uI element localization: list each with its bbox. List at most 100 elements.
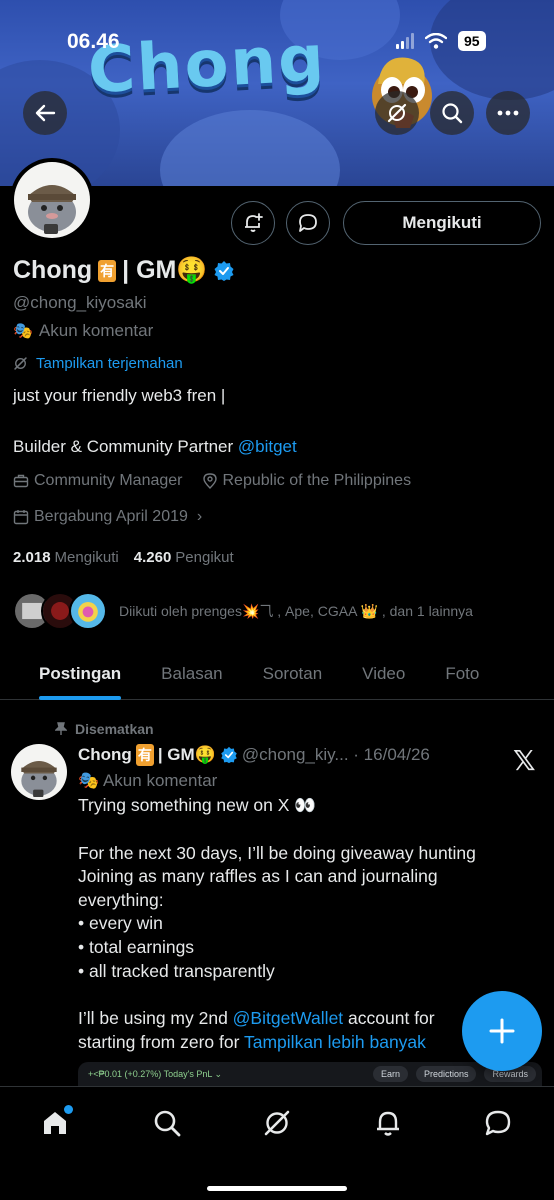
back-button[interactable] (23, 91, 67, 135)
joined-row[interactable]: Bergabung April 2019 › (13, 508, 202, 526)
chat-bubble-icon (299, 214, 317, 232)
search-icon (442, 103, 463, 124)
profile-banner: Chong (0, 0, 554, 186)
post-text-line: For the next 30 days, I’ll be doing give… (78, 843, 476, 863)
bottom-navigation (0, 1086, 554, 1200)
post-author-avatar[interactable] (11, 744, 67, 800)
profile-name: Chong (13, 256, 93, 284)
calendar-icon (13, 510, 29, 525)
tab-posts[interactable]: Postingan (0, 648, 141, 700)
post-text-line: • all tracked transparently (78, 961, 275, 981)
profile-tabs: Postingan Balasan Sorotan Video Foto (0, 648, 554, 700)
job-label: Community Manager (34, 472, 183, 489)
notification-dot (64, 1105, 73, 1114)
post-account-type: Akun komentar (102, 771, 218, 790)
post-text-line: everything: (78, 890, 164, 910)
status-time: 06.46 (67, 30, 120, 53)
more-dots-icon (497, 110, 519, 116)
grok-icon (264, 1110, 290, 1136)
bio-mention-link[interactable]: @bitget (238, 437, 297, 456)
post-author-name[interactable]: Chong (78, 745, 132, 765)
post-header: Chong 有 | GM🤑 @chong_kiy... · 16/04/26 (78, 744, 430, 766)
post-author-name-suffix: | GM🤑 (157, 745, 216, 764)
notify-button[interactable] (231, 201, 275, 245)
profile-name-suffix: | GM🤑 (122, 256, 208, 284)
tab-photos[interactable]: Foto (425, 648, 499, 700)
nav-notifications[interactable] (366, 1101, 410, 1145)
tab-replies[interactable]: Balasan (141, 648, 242, 700)
post-text-line: • total earnings (78, 937, 195, 957)
joined-label: Bergabung April 2019 (34, 508, 188, 525)
followers-count-link[interactable]: 4.260 Pengikut (134, 549, 234, 566)
grok-button[interactable] (375, 91, 419, 135)
account-type-row: 🎭 Akun komentar (13, 321, 153, 341)
grok-icon (387, 103, 407, 123)
arrow-left-icon (35, 104, 56, 122)
message-button[interactable] (286, 201, 330, 245)
bio-text: Builder & Community Partner (13, 437, 238, 456)
follow-counts: 2.018 Mengikuti 4.260 Pengikut (13, 549, 234, 566)
avatar-image (14, 162, 90, 238)
bell-icon (377, 1111, 399, 1136)
bio-line-2: Builder & Community Partner @bitget (13, 437, 297, 457)
media-pill-predictions: Predictions (415, 1066, 477, 1082)
followers-label: Pengikut (175, 549, 234, 566)
followed-by-text: Diikuti oleh prenges💥⺄ , Ape, CGAA 👑 , d… (119, 603, 473, 619)
account-type-label: Akun komentar (38, 321, 154, 340)
following-count-link[interactable]: 2.018 Mengikuti (13, 549, 119, 566)
banner-title: Chong (86, 21, 328, 109)
media-pill-earn: Earn (372, 1066, 408, 1082)
info-row: Community Manager Republic of the Philip… (13, 472, 411, 490)
post-text-line: starting from zero for Tampilkan lebih b… (78, 1032, 426, 1053)
show-more-link[interactable]: Tampilkan lebih banyak (244, 1032, 426, 1052)
followers-count: 4.260 (133, 549, 172, 566)
status-icons: 95 (396, 31, 486, 51)
search-button[interactable] (430, 91, 474, 135)
pin-icon (55, 722, 67, 735)
wifi-icon (425, 33, 447, 49)
nav-messages[interactable] (476, 1101, 520, 1145)
signal-icon (396, 33, 414, 49)
nav-grok[interactable] (255, 1101, 299, 1145)
post-text-line: Trying something new on X 👀 (78, 795, 317, 815)
plus-icon (489, 1018, 515, 1044)
translate-label: Tampilkan terjemahan (36, 355, 183, 372)
followed-by-row[interactable]: Diikuti oleh prenges💥⺄ , Ape, CGAA 👑 , d… (13, 592, 473, 630)
verified-badge-icon[interactable] (213, 260, 235, 282)
post-name-emoji-box: 有 (135, 744, 154, 766)
nav-search[interactable] (145, 1101, 189, 1145)
verified-badge-icon (221, 746, 237, 764)
media-pnl-text: +<₱0.01 (+0.27%) Today's PnL ⌄ (88, 1068, 223, 1079)
pinned-label: Disematkan (75, 721, 154, 737)
post-mention-link[interactable]: @BitgetWallet (233, 1008, 344, 1028)
post-text-line: I’ll be using my 2nd @BitgetWallet accou… (78, 1008, 435, 1029)
following-label: Mengikuti (54, 549, 119, 566)
following-button[interactable]: Mengikuti (343, 201, 541, 245)
tab-videos[interactable]: Video (342, 648, 425, 700)
post-account-type-row: 🎭 Akun komentar (78, 771, 217, 791)
mask-icon: 🎭 (13, 323, 33, 340)
grok-icon (14, 357, 27, 370)
chat-bubble-icon (485, 1110, 511, 1136)
tab-highlights[interactable]: Sorotan (243, 648, 343, 700)
location-label: Republic of the Philippines (222, 472, 412, 489)
bell-plus-icon (245, 213, 263, 232)
name-emoji-box: 有 (98, 259, 117, 282)
post-text-line: Joining as many raffles as I can and jou… (78, 866, 438, 886)
x-logo-icon[interactable]: 𝕏 (513, 744, 536, 777)
search-icon (154, 1110, 181, 1137)
bio-line-1: just your friendly web3 fren | (13, 386, 226, 405)
show-translation-link[interactable]: Tampilkan terjemahan (13, 355, 183, 372)
post-media-preview[interactable]: +<₱0.01 (+0.27%) Today's PnL ⌄ Earn Pred… (78, 1062, 542, 1086)
following-count: 2.018 (13, 549, 51, 566)
compose-post-button[interactable] (462, 991, 542, 1071)
post-text-line: • every win (78, 913, 163, 933)
mask-icon: 🎭 (78, 771, 100, 790)
post-text: starting from zero for (78, 1032, 244, 1052)
post-text: I’ll be using my 2nd (78, 1008, 233, 1028)
profile-avatar[interactable] (10, 158, 94, 242)
chevron-right-icon: › (196, 508, 203, 525)
nav-home[interactable] (33, 1101, 77, 1145)
more-options-button[interactable] (486, 91, 530, 135)
home-indicator (207, 1186, 347, 1191)
